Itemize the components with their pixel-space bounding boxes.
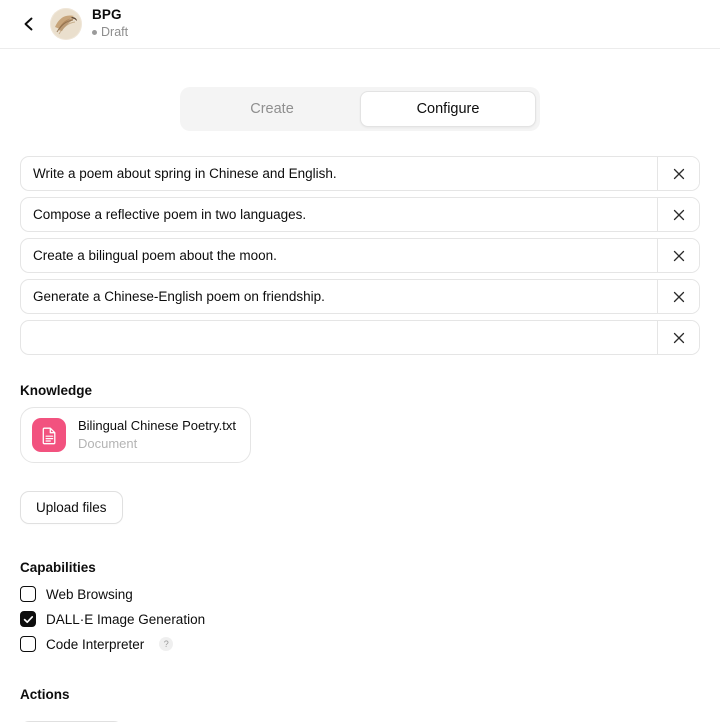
remove-conversation-starter-button[interactable] [657,198,699,231]
status-label: Draft [101,25,129,40]
capability-label: DALL·E Image Generation [46,611,206,627]
checkbox-code-interpreter[interactable] [20,636,36,652]
gpt-editor-header: BPG Draft [0,0,720,49]
close-icon [673,168,685,180]
tab-bar-container: Create Configure [0,49,720,131]
conversation-starter-row [20,320,700,355]
status-dot-icon [92,30,97,36]
document-file-icon [32,418,66,452]
capabilities-list: Web Browsing DALL·E Image Generation Cod… [20,586,700,652]
capabilities-section: Capabilities Web Browsing DALL·E Image G… [20,560,700,652]
gpt-name: BPG [92,7,122,23]
knowledge-file-meta: Bilingual Chinese Poetry.txt Document [78,418,236,452]
tab-configure[interactable]: Configure [360,91,536,127]
capability-row-web-browsing[interactable]: Web Browsing [20,586,700,602]
knowledge-label: Knowledge [20,383,93,398]
upload-files-container: Upload files [20,491,700,524]
capability-row-code-interpreter[interactable]: Code Interpreter ? [20,636,700,652]
gpt-status: Draft [92,25,129,40]
close-icon [673,209,685,221]
knowledge-file-card[interactable]: Bilingual Chinese Poetry.txt Document [20,407,252,463]
close-icon [673,291,685,303]
configure-panel: Conversation starters [0,146,720,722]
conversation-starter-input[interactable] [21,157,657,190]
capability-label: Web Browsing [46,586,133,602]
actions-section: Actions Add actions [20,687,700,722]
knowledge-file-name: Bilingual Chinese Poetry.txt [78,418,237,434]
tab-bar: Create Configure [180,87,540,131]
upload-files-button[interactable]: Upload files [20,491,123,524]
remove-conversation-starter-button[interactable] [657,321,699,354]
capability-row-dalle-image-generation[interactable]: DALL·E Image Generation [20,611,700,627]
help-icon[interactable]: ? [159,637,174,651]
gpt-identity: BPG Draft [92,7,129,40]
remove-conversation-starter-button[interactable] [657,157,699,190]
capabilities-label: Capabilities [20,560,96,575]
conversation-starters-list [20,156,700,355]
conversation-starter-row [20,238,700,273]
conversation-starter-row [20,197,700,232]
conversation-starter-input[interactable] [21,280,657,313]
close-icon [673,250,685,262]
checkbox-web-browsing[interactable] [20,586,36,602]
knowledge-section: Knowledge Bilingual Chinese Poetry.txt D… [20,383,700,524]
close-icon [673,332,685,344]
remove-conversation-starter-button[interactable] [657,239,699,272]
conversation-starter-input[interactable] [21,239,657,272]
conversation-starter-row [20,279,700,314]
conversation-starter-input[interactable] [21,198,657,231]
checkbox-dalle-image-generation[interactable] [20,611,36,627]
capability-label: Code Interpreter [46,636,145,652]
gpt-avatar[interactable] [50,8,82,40]
knowledge-file-type: Document [78,435,138,451]
chevron-left-icon [21,16,37,32]
remove-conversation-starter-button[interactable] [657,280,699,313]
actions-label: Actions [20,687,70,702]
add-actions-button[interactable]: Add actions [20,721,123,722]
conversation-starter-row [20,156,700,191]
conversation-starter-input[interactable] [21,321,657,354]
tab-create[interactable]: Create [184,91,360,127]
back-button[interactable] [16,11,42,37]
